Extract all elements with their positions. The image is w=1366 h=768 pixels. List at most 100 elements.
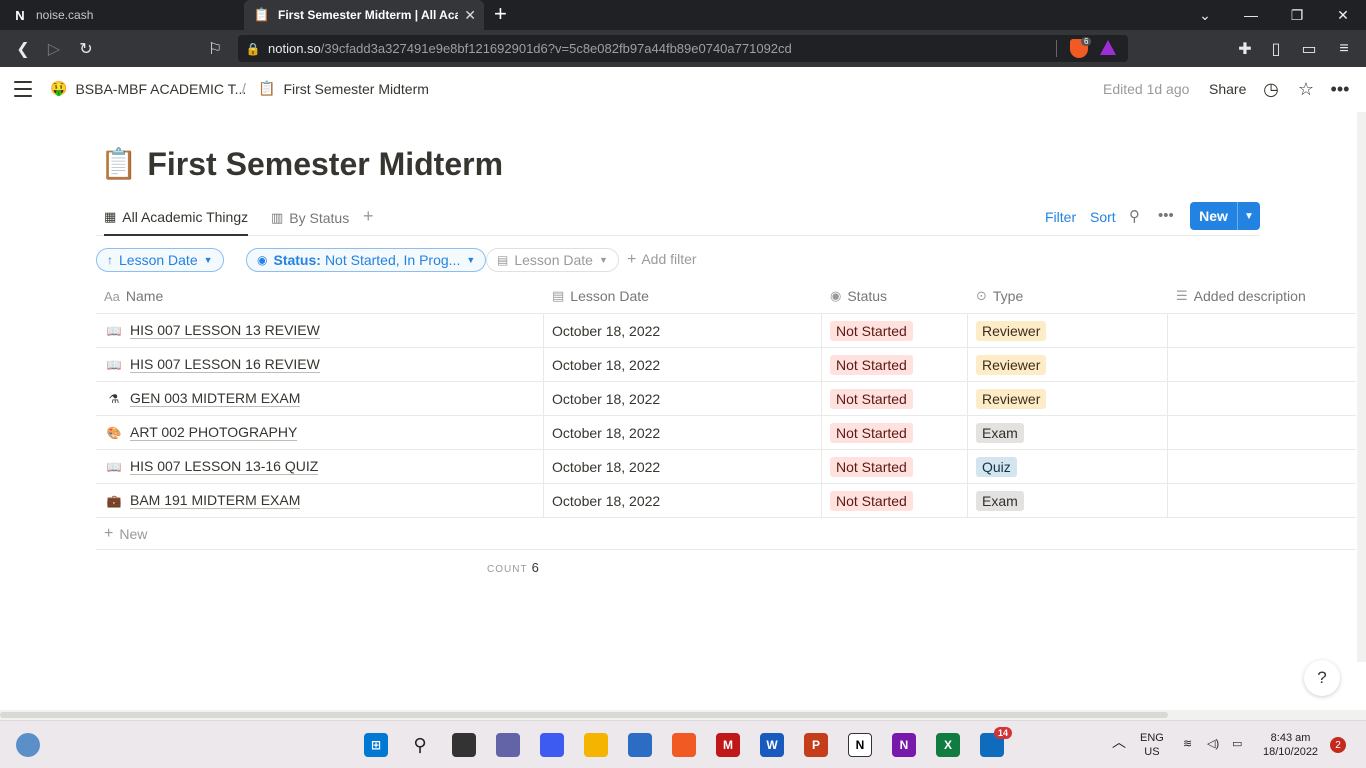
date-filter-chip[interactable]: ▤ Lesson Date ▼ bbox=[486, 248, 619, 272]
name-cell[interactable]: ⚗ GEN 003 MIDTERM EXAM bbox=[106, 382, 301, 415]
column-header-type[interactable]: ⊙ Type bbox=[976, 288, 1023, 304]
notification-count-badge[interactable]: 2 bbox=[1330, 737, 1346, 753]
lesson-date-cell[interactable]: October 18, 2022 bbox=[552, 416, 660, 449]
name-cell[interactable]: 📖 HIS 007 LESSON 16 REVIEW bbox=[106, 348, 320, 381]
add-filter-button[interactable]: + Add filter bbox=[627, 251, 697, 269]
added-description-cell[interactable] bbox=[1176, 382, 1346, 415]
reload-icon[interactable]: ↻ bbox=[75, 38, 97, 60]
address-bar[interactable]: 🔒 notion.so/39cfadd3a327491e9e8bf1216929… bbox=[238, 35, 1128, 62]
status-cell[interactable]: Not Started bbox=[830, 382, 913, 415]
status-filter-chip[interactable]: ◉ Status: Not Started, In Prog... ▼ bbox=[246, 248, 487, 272]
new-row-button[interactable]: + New bbox=[96, 518, 1356, 550]
table-row[interactable]: ⚗ GEN 003 MIDTERM EXAM October 18, 2022 Not… bbox=[96, 382, 1356, 416]
minimize-icon[interactable]: — bbox=[1228, 0, 1274, 30]
menu-icon[interactable] bbox=[14, 81, 32, 97]
row-title[interactable]: ART 002 PHOTOGRAPHY bbox=[130, 424, 298, 441]
close-window-icon[interactable]: ✕ bbox=[1320, 0, 1366, 30]
vertical-scrollbar[interactable] bbox=[1357, 112, 1366, 662]
tray-overflow-chevron-icon[interactable]: ︿ bbox=[1112, 735, 1126, 749]
column-header-name[interactable]: Aa Name bbox=[104, 288, 163, 304]
type-cell[interactable]: Reviewer bbox=[976, 348, 1047, 381]
breadcrumb-workspace[interactable]: 🤑 BSBA-MBF ACADEMIC T... bbox=[50, 80, 246, 97]
star-icon[interactable]: ☆ bbox=[1296, 79, 1316, 99]
more-options-icon[interactable]: ••• bbox=[1330, 79, 1350, 99]
help-button[interactable]: ? bbox=[1304, 660, 1340, 696]
task-view-icon[interactable] bbox=[452, 733, 476, 757]
lesson-date-cell[interactable]: October 18, 2022 bbox=[552, 348, 660, 381]
type-cell[interactable]: Reviewer bbox=[976, 314, 1047, 347]
onenote-icon[interactable]: N bbox=[892, 733, 916, 757]
lesson-date-cell[interactable]: October 18, 2022 bbox=[552, 382, 660, 415]
view-tab-by-status[interactable]: ▥ By Status bbox=[271, 200, 349, 236]
more-options-icon[interactable]: ••• bbox=[1158, 207, 1174, 224]
weather-icon[interactable] bbox=[16, 733, 40, 757]
status-cell[interactable]: Not Started bbox=[830, 450, 913, 483]
forward-icon[interactable]: ▷ bbox=[43, 38, 65, 60]
lesson-date-cell[interactable]: October 18, 2022 bbox=[552, 484, 660, 517]
row-title[interactable]: HIS 007 LESSON 16 REVIEW bbox=[130, 356, 320, 373]
column-header-status[interactable]: ◉ Status bbox=[830, 288, 887, 304]
view-tab-all-academic-thingz[interactable]: ▦ All Academic Thingz bbox=[104, 200, 249, 236]
table-row[interactable]: 📖 HIS 007 LESSON 13-16 QUIZ October 18, 20… bbox=[96, 450, 1356, 484]
name-cell[interactable]: 💼 BAM 191 MIDTERM EXAM bbox=[106, 484, 301, 517]
start-windows-icon[interactable]: ⊞ bbox=[364, 733, 388, 757]
search-icon[interactable]: ⚲ bbox=[1129, 207, 1140, 225]
table-row[interactable]: 📖 HIS 007 LESSON 16 REVIEW October 18, 202… bbox=[96, 348, 1356, 382]
added-description-cell[interactable] bbox=[1176, 450, 1346, 483]
filter-button[interactable]: Filter bbox=[1045, 209, 1076, 225]
type-cell[interactable]: Reviewer bbox=[976, 382, 1047, 415]
tab-search-chevron-icon[interactable]: ⌄ bbox=[1182, 0, 1228, 30]
breadcrumb-page[interactable]: 📋 First Semester Midterm bbox=[258, 80, 429, 97]
notion-app-icon[interactable]: N bbox=[848, 733, 872, 757]
added-description-cell[interactable] bbox=[1176, 484, 1346, 517]
name-cell[interactable]: 🎨 ART 002 PHOTOGRAPHY bbox=[106, 416, 298, 449]
mcafee-icon[interactable]: M bbox=[716, 733, 740, 757]
browser-tab-notion[interactable]: 📋 First Semester Midterm | All Acad ✕ bbox=[244, 0, 484, 30]
chevron-down-icon[interactable]: ▼ bbox=[1238, 211, 1260, 222]
type-cell[interactable]: Quiz bbox=[976, 450, 1017, 483]
table-row[interactable]: 📖 HIS 007 LESSON 13 REVIEW October 18, 202… bbox=[96, 314, 1356, 348]
row-title[interactable]: GEN 003 MIDTERM EXAM bbox=[130, 390, 301, 407]
sidebar-icon[interactable]: ▯ bbox=[1265, 38, 1287, 60]
extensions-icon[interactable]: ✚ bbox=[1234, 38, 1256, 60]
table-row[interactable]: 🎨 ART 002 PHOTOGRAPHY October 18, 2022 Not … bbox=[96, 416, 1356, 450]
volume-icon[interactable]: ◁) bbox=[1207, 737, 1219, 751]
microsoft-store-icon[interactable] bbox=[628, 733, 652, 757]
clock[interactable]: 8:43 am 18/10/2022 bbox=[1263, 731, 1318, 759]
share-button[interactable]: Share bbox=[1209, 81, 1246, 97]
name-cell[interactable]: 📖 HIS 007 LESSON 13-16 QUIZ bbox=[106, 450, 319, 483]
added-description-cell[interactable] bbox=[1176, 348, 1346, 381]
name-cell[interactable]: 📖 HIS 007 LESSON 13 REVIEW bbox=[106, 314, 320, 347]
row-title[interactable]: HIS 007 LESSON 13-16 QUIZ bbox=[130, 458, 319, 475]
type-cell[interactable]: Exam bbox=[976, 416, 1024, 449]
count-footer[interactable]: COUNT 6 bbox=[487, 560, 539, 575]
clipboard-icon[interactable]: 📋 bbox=[100, 147, 137, 182]
browser-tab-noise-cash[interactable]: N noise.cash bbox=[0, 0, 242, 30]
teams-chat-icon[interactable] bbox=[496, 733, 520, 757]
new-tab-icon[interactable]: + bbox=[494, 3, 507, 25]
scrollbar-thumb[interactable] bbox=[0, 712, 1168, 718]
battery-icon[interactable]: ▭ bbox=[1232, 737, 1242, 751]
horizontal-scrollbar[interactable] bbox=[0, 710, 1366, 720]
type-cell[interactable]: Exam bbox=[976, 484, 1024, 517]
wallet-icon[interactable]: ▭ bbox=[1298, 38, 1320, 60]
page-title[interactable]: 📋 First Semester Midterm bbox=[100, 146, 503, 183]
added-description-cell[interactable] bbox=[1176, 416, 1346, 449]
bookmark-icon[interactable]: ⚐ bbox=[204, 38, 226, 60]
back-icon[interactable]: ❮ bbox=[12, 38, 34, 60]
browser-menu-icon[interactable]: ≡ bbox=[1333, 38, 1355, 60]
added-description-cell[interactable] bbox=[1176, 314, 1346, 347]
status-cell[interactable]: Not Started bbox=[830, 484, 913, 517]
history-clock-icon[interactable]: ◷ bbox=[1261, 79, 1281, 99]
search-icon[interactable]: ⚲ bbox=[408, 733, 432, 757]
lesson-date-cell[interactable]: October 18, 2022 bbox=[552, 314, 660, 347]
wifi-icon[interactable]: ≋ bbox=[1183, 737, 1192, 751]
column-header-added-description[interactable]: ☰ Added description bbox=[1176, 288, 1306, 304]
close-tab-icon[interactable]: ✕ bbox=[464, 7, 476, 24]
restore-icon[interactable]: ❐ bbox=[1274, 0, 1320, 30]
sort-button[interactable]: Sort bbox=[1090, 209, 1116, 225]
lesson-date-cell[interactable]: October 18, 2022 bbox=[552, 450, 660, 483]
snipping-tool-icon[interactable] bbox=[540, 733, 564, 757]
brave-browser-icon[interactable] bbox=[672, 733, 696, 757]
file-explorer-icon[interactable] bbox=[584, 733, 608, 757]
